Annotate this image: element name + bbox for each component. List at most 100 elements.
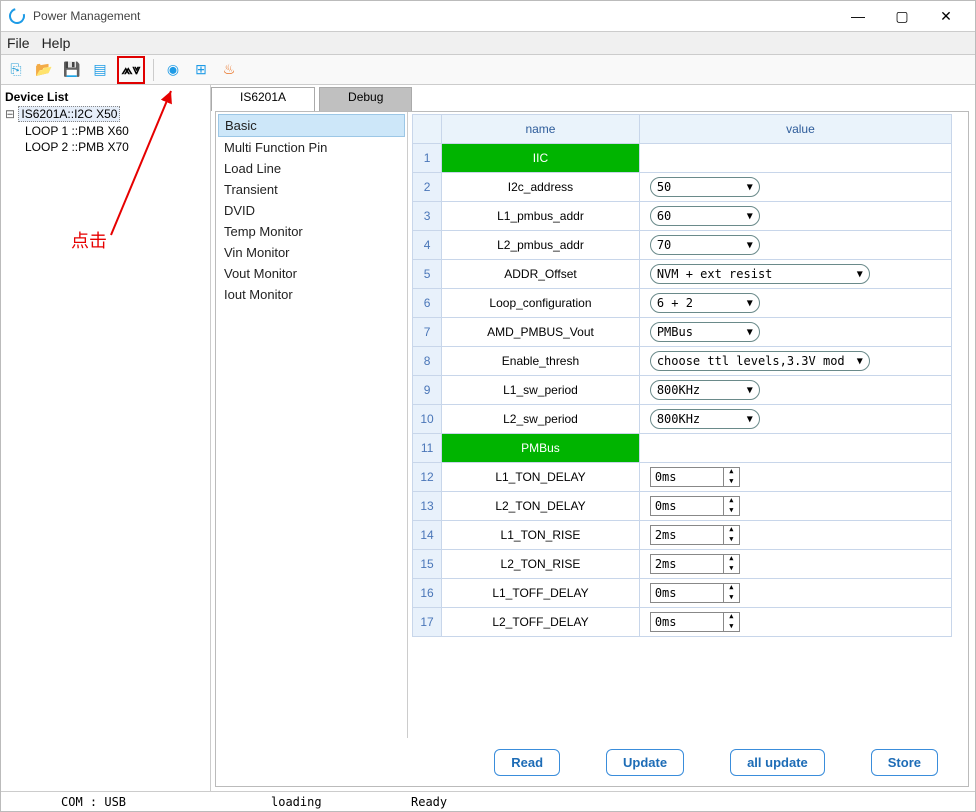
device-node[interactable]: IS6201A::I2C X50	[18, 106, 120, 122]
category-item[interactable]: Multi Function Pin	[218, 137, 405, 158]
param-spinner[interactable]: 0ms▲▼	[650, 583, 740, 603]
param-value-cell	[639, 434, 951, 463]
toolbar-device-icon[interactable]: ▤	[89, 59, 111, 81]
minimize-button[interactable]: —	[845, 6, 871, 26]
param-dropdown[interactable]: 800KHz▼	[650, 380, 760, 400]
table-row: 7AMD_PMBUS_Vout PMBus▼	[413, 318, 952, 347]
table-row: 6Loop_configuration 6 + 2▼	[413, 289, 952, 318]
chevron-down-icon: ▼	[857, 356, 863, 367]
param-value-cell: 0ms▲▼	[639, 579, 951, 608]
table-header-value: value	[639, 115, 951, 144]
table-row: 17L2_TOFF_DELAY 0ms▲▼	[413, 608, 952, 637]
toolbar-monitor-highlighted: ⩕⩔	[117, 56, 145, 84]
param-dropdown[interactable]: 6 + 2▼	[650, 293, 760, 313]
category-item[interactable]: DVID	[218, 200, 405, 221]
table-row: 10L2_sw_period800KHz▼	[413, 405, 952, 434]
tab-is6201a[interactable]: IS6201A	[211, 87, 315, 111]
row-number: 9	[413, 376, 442, 405]
param-name: L2_TOFF_DELAY	[442, 608, 640, 637]
category-item[interactable]: Temp Monitor	[218, 221, 405, 242]
param-dropdown[interactable]: choose ttl levels,3.3V mod▼	[650, 351, 870, 371]
param-value-cell: 0ms▲▼	[639, 608, 951, 637]
param-dropdown[interactable]: 60▼	[650, 206, 760, 226]
table-row: 16L1_TOFF_DELAY0ms▲▼	[413, 579, 952, 608]
category-item[interactable]: Vin Monitor	[218, 242, 405, 263]
param-spinner[interactable]: 0ms▲▼	[650, 467, 740, 487]
toolbar-monitor-icon[interactable]: ⩕⩔	[120, 59, 142, 81]
category-item[interactable]: Transient	[218, 179, 405, 200]
param-name: L1_sw_period	[442, 376, 640, 405]
loop-node-1[interactable]: LOOP 1 ::PMB X60	[5, 123, 206, 139]
param-spinner[interactable]: 0ms▲▼	[650, 612, 740, 632]
param-value-cell: 2ms▲▼	[639, 550, 951, 579]
tab-debug[interactable]: Debug	[319, 87, 412, 111]
toolbar-new-icon[interactable]: ⎘	[5, 59, 27, 81]
param-spinner[interactable]: 2ms▲▼	[650, 554, 740, 574]
category-item[interactable]: Load Line	[218, 158, 405, 179]
param-dropdown[interactable]: PMBus▼	[650, 322, 760, 342]
menu-help[interactable]: Help	[42, 35, 71, 51]
param-value-cell	[639, 144, 951, 173]
param-name: L2_sw_period	[442, 405, 640, 434]
param-name: L2_TON_DELAY	[442, 492, 640, 521]
table-row: 9L1_sw_period 800KHz▼	[413, 376, 952, 405]
row-number: 4	[413, 231, 442, 260]
param-name: AMD_PMBUS_Vout	[442, 318, 640, 347]
row-number: 17	[413, 608, 442, 637]
row-number: 13	[413, 492, 442, 521]
row-number: 14	[413, 521, 442, 550]
chevron-down-icon: ▼	[857, 269, 863, 280]
close-button[interactable]: ✕	[933, 6, 959, 26]
param-dropdown[interactable]: NVM + ext resist▼	[650, 264, 870, 284]
maximize-button[interactable]: ▢	[889, 6, 915, 26]
toolbar-save-icon[interactable]: 💾	[61, 59, 83, 81]
param-name: IIC	[442, 144, 640, 173]
category-item[interactable]: Iout Monitor	[218, 284, 405, 305]
all-update-button[interactable]: all update	[730, 749, 825, 776]
toolbar-play-icon[interactable]: ◉	[162, 59, 184, 81]
tabs: IS6201A Debug	[211, 85, 975, 111]
param-name: L1_TON_DELAY	[442, 463, 640, 492]
table-row: 3L1_pmbus_addr 60▼	[413, 202, 952, 231]
action-row: Read Update all update Store	[216, 738, 968, 786]
right-pane: IS6201A Debug BasicMulti Function PinLoa…	[211, 85, 975, 791]
param-name: I2c_address	[442, 173, 640, 202]
status-loading: loading	[261, 795, 401, 809]
param-spinner[interactable]: 2ms▲▼	[650, 525, 740, 545]
toolbar-separator	[153, 59, 154, 81]
toolbar-grid-icon[interactable]: ⊞	[190, 59, 212, 81]
menu-bar: File Help	[1, 31, 975, 55]
chevron-down-icon: ▼	[747, 414, 753, 425]
menu-file[interactable]: File	[7, 35, 30, 51]
chevron-down-icon: ▼	[747, 211, 753, 222]
table-row: 8Enable_threshchoose ttl levels,3.3V mod…	[413, 347, 952, 376]
toolbar-open-icon[interactable]: 📂	[33, 59, 55, 81]
read-button[interactable]: Read	[494, 749, 560, 776]
param-dropdown[interactable]: 800KHz▼	[650, 409, 760, 429]
row-number: 8	[413, 347, 442, 376]
table-row: 14L1_TON_RISE2ms▲▼	[413, 521, 952, 550]
row-number: 7	[413, 318, 442, 347]
param-name: ADDR_Offset	[442, 260, 640, 289]
update-button[interactable]: Update	[606, 749, 684, 776]
category-item[interactable]: Vout Monitor	[218, 263, 405, 284]
param-name: PMBus	[442, 434, 640, 463]
row-number: 12	[413, 463, 442, 492]
row-number: 6	[413, 289, 442, 318]
category-list: BasicMulti Function PinLoad LineTransien…	[216, 112, 408, 738]
toolbar-burn-icon[interactable]: ♨	[218, 59, 240, 81]
param-name: Loop_configuration	[442, 289, 640, 318]
param-dropdown[interactable]: 70▼	[650, 235, 760, 255]
param-spinner[interactable]: 0ms▲▼	[650, 496, 740, 516]
row-number: 3	[413, 202, 442, 231]
table-header-name: name	[442, 115, 640, 144]
param-name: L1_pmbus_addr	[442, 202, 640, 231]
status-com: COM : USB	[1, 795, 261, 809]
store-button[interactable]: Store	[871, 749, 938, 776]
table-row: 15L2_TON_RISE2ms▲▼	[413, 550, 952, 579]
loop-node-2[interactable]: LOOP 2 ::PMB X70	[5, 139, 206, 155]
device-tree-pane: Device List IS6201A::I2C X50 LOOP 1 ::PM…	[1, 85, 211, 791]
category-item[interactable]: Basic	[218, 114, 405, 137]
param-dropdown[interactable]: 50▼	[650, 177, 760, 197]
row-number: 1	[413, 144, 442, 173]
